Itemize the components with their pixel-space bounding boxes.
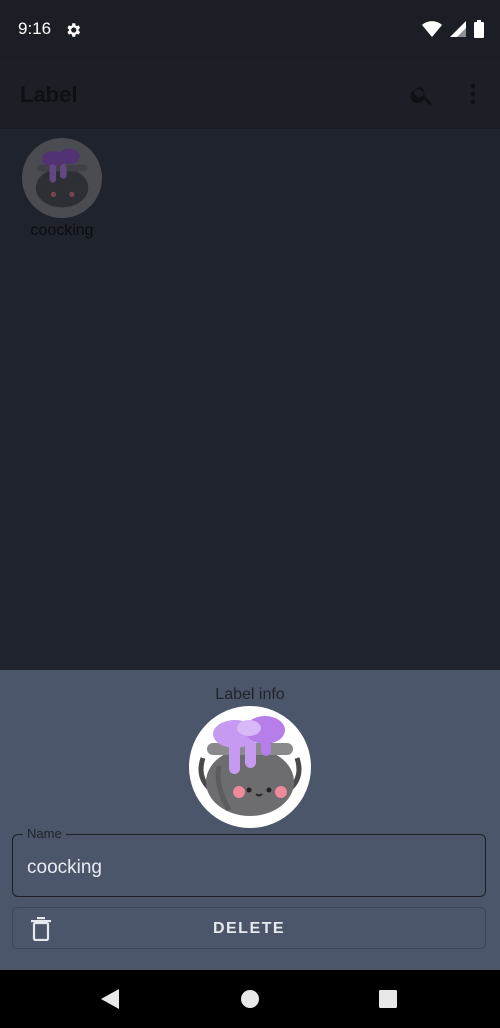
search-icon[interactable]: [409, 82, 435, 108]
page-title: Label: [20, 82, 78, 107]
cauldron-icon: [22, 138, 102, 218]
grid-item-label: coocking: [30, 222, 94, 239]
battery-icon: [474, 20, 484, 38]
home-icon[interactable]: [241, 990, 259, 1008]
wifi-icon: [422, 21, 442, 37]
recents-icon[interactable]: [379, 990, 397, 1008]
status-bar: 9:16: [0, 0, 500, 60]
label-avatar[interactable]: [189, 706, 311, 828]
label-grid-item[interactable]: coocking: [22, 138, 102, 240]
cauldron-icon: [193, 710, 307, 824]
delete-button-label: DELETE: [212, 920, 286, 937]
navigation-bar: [0, 970, 500, 1028]
back-icon[interactable]: [101, 989, 119, 1009]
more-vert-icon[interactable]: [464, 82, 482, 106]
name-field-value[interactable]: coocking: [27, 857, 102, 879]
signal-icon: [450, 21, 466, 37]
name-field-label: Name: [23, 826, 66, 841]
delete-button[interactable]: DELETE: [12, 907, 486, 949]
status-time: 9:16: [18, 19, 52, 38]
gear-icon: [67, 23, 81, 37]
name-field[interactable]: Name coocking: [12, 826, 486, 897]
sheet-heading: Label info: [215, 686, 285, 703]
